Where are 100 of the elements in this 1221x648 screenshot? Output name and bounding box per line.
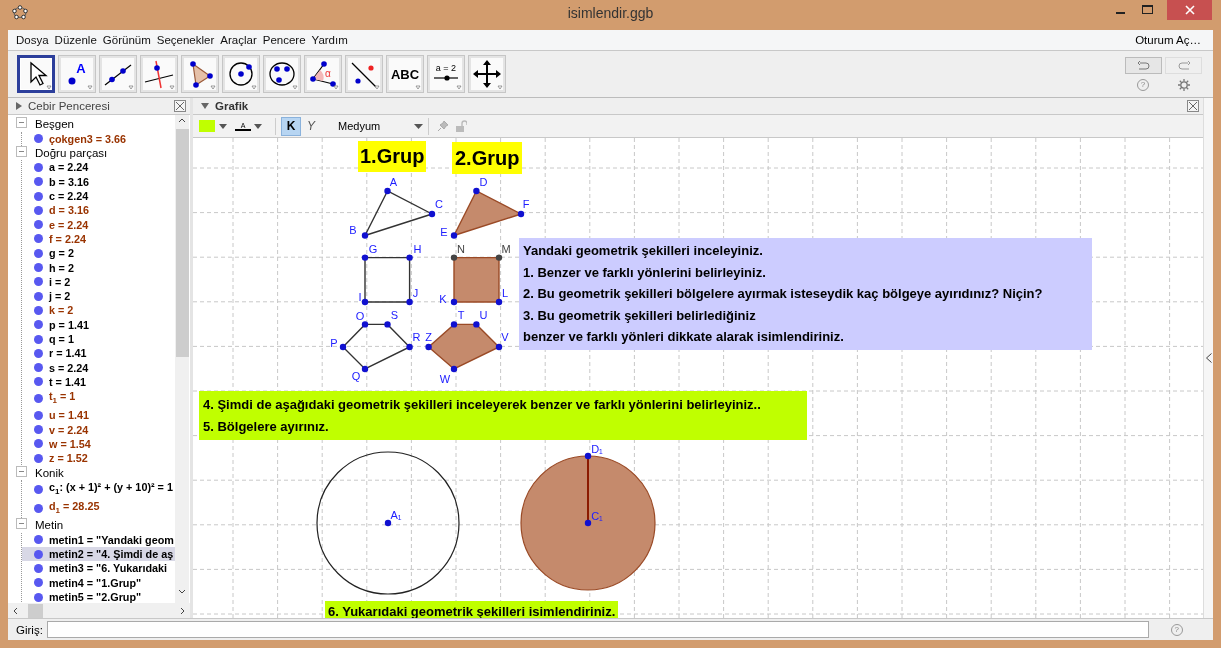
point-tool-button[interactable]: A (58, 55, 96, 93)
color-swatch[interactable] (199, 120, 215, 132)
algebra-entry[interactable]: metin4 = "1.Grup" (49, 575, 142, 590)
visibility-dot-icon[interactable] (34, 363, 43, 373)
visibility-dot-icon[interactable] (34, 291, 43, 301)
menu-item[interactable]: Görünüm (102, 34, 151, 46)
line-tool-button[interactable] (99, 55, 137, 93)
perpendicular-tool-button[interactable] (140, 55, 178, 93)
move-tool-button[interactable] (17, 55, 55, 93)
sign-in-link[interactable]: Oturum Aç… (1135, 34, 1201, 46)
angle-tool-button[interactable]: α (304, 55, 342, 93)
visibility-dot-icon[interactable] (34, 220, 43, 230)
caret-icon[interactable] (254, 123, 262, 129)
algebra-entry[interactable]: c$_{1}$: (x + 1)² + (y + 10)² = 1 (49, 479, 173, 500)
caret-icon[interactable] (219, 123, 227, 129)
visibility-dot-icon[interactable] (34, 348, 43, 358)
visibility-dot-icon[interactable] (34, 439, 43, 449)
scroll-thumb[interactable] (175, 129, 189, 357)
visibility-dot-icon[interactable] (34, 410, 43, 420)
algebra-entry[interactable]: j = 2 (49, 289, 71, 304)
algebra-entry[interactable]: metin1 = "Yandaki geom (49, 532, 174, 547)
vertical-scrollbar[interactable] (175, 115, 189, 603)
close-icon[interactable] (174, 100, 186, 112)
algebra-entry[interactable]: p = 1.41 (49, 317, 89, 332)
algebra-entry[interactable]: s = 2.24 (49, 360, 89, 375)
visibility-dot-icon[interactable] (34, 162, 43, 172)
algebra-entry[interactable]: q = 1 (49, 332, 74, 346)
visibility-dot-icon[interactable] (34, 263, 43, 272)
size-dropdown[interactable]: Medyum (338, 120, 423, 132)
settings-icon[interactable] (1178, 79, 1190, 91)
algebra-entry[interactable]: u = 1.41 (49, 408, 89, 423)
algebra-entry[interactable]: d$_{1}$ = 28.25 (49, 499, 100, 519)
visibility-dot-icon[interactable] (34, 563, 43, 573)
algebra-entry[interactable]: c = 2.24 (49, 189, 89, 204)
visibility-dot-icon[interactable] (34, 334, 43, 344)
maximize-icon[interactable] (1142, 5, 1153, 15)
circle-tool-button[interactable] (222, 55, 260, 93)
visibility-dot-icon[interactable] (34, 377, 43, 387)
algebra-entry[interactable]: z = 1.52 (49, 451, 88, 466)
algebra-entry[interactable]: f = 2.24 (49, 231, 86, 246)
visibility-dot-icon[interactable] (34, 177, 43, 187)
algebra-entry[interactable]: h = 2 (49, 260, 74, 275)
close-icon[interactable] (1187, 100, 1199, 112)
caret-icon[interactable] (414, 123, 423, 129)
selected-row[interactable]: metin2 = "4. Şimdi de aş (22, 547, 175, 562)
reflect-tool-button[interactable] (345, 55, 383, 93)
algebra-entry[interactable]: k = 2 (49, 303, 74, 318)
expand-handle-icon[interactable] (1205, 353, 1212, 363)
visibility-dot-icon[interactable] (34, 277, 43, 287)
algebra-entry[interactable]: metin3 = "6. Yukarıdaki (49, 561, 168, 576)
visibility-dot-icon[interactable] (34, 535, 43, 545)
horizontal-scrollbar[interactable] (8, 603, 190, 618)
conic-tool-button[interactable] (263, 55, 301, 93)
collapse-toggle[interactable] (16, 465, 27, 480)
visibility-dot-icon[interactable] (34, 134, 43, 144)
algebra-entry[interactable]: metin2 = "4. Şimdi de aş (49, 547, 174, 562)
italic-toggle[interactable]: Y (301, 116, 321, 136)
algebra-entry[interactable]: b = 3.16 (49, 174, 89, 189)
visibility-dot-icon[interactable] (34, 578, 43, 588)
menu-item[interactable]: Araçlar (220, 34, 257, 46)
menu-item[interactable]: Pencere (262, 34, 306, 46)
visibility-dot-icon[interactable] (34, 234, 43, 244)
pan-tool-button[interactable] (468, 55, 506, 93)
algebra-entry[interactable]: t = 1.41 (49, 374, 86, 389)
close-button[interactable] (1167, 0, 1212, 20)
menu-item[interactable]: Dosya (16, 34, 49, 46)
scroll-thumb[interactable] (28, 603, 43, 618)
algebra-entry[interactable]: i = 2 (49, 274, 71, 289)
algebra-entry[interactable]: t$_{1}$ = 1 (49, 389, 76, 409)
visibility-dot-icon[interactable] (34, 504, 43, 514)
algebra-entry[interactable]: metin5 = "2.Grup" (49, 590, 142, 603)
algebra-entry[interactable]: d = 3.16 (49, 203, 89, 218)
algebra-entry[interactable]: g = 2 (49, 246, 74, 261)
visibility-dot-icon[interactable] (34, 191, 43, 201)
visibility-dot-icon[interactable] (34, 305, 43, 315)
visibility-dot-icon[interactable] (34, 248, 43, 258)
collapse-icon[interactable] (201, 103, 209, 109)
polygon-tool-button[interactable] (181, 55, 219, 93)
text-tool-button[interactable]: ABC (386, 55, 424, 93)
algebra-entry[interactable]: çokgen3 = 3.66 (49, 131, 127, 146)
undo-icon[interactable] (1136, 60, 1151, 71)
menu-item[interactable]: Düzenle (54, 34, 97, 46)
slider-tool-button[interactable]: a = 2 (427, 55, 465, 93)
visibility-dot-icon[interactable] (34, 592, 43, 602)
algebra-entry[interactable]: e = 2.24 (49, 217, 89, 232)
visibility-dot-icon[interactable] (34, 425, 43, 435)
visibility-dot-icon[interactable] (34, 394, 43, 404)
visibility-dot-icon[interactable] (34, 484, 43, 494)
visibility-dot-icon[interactable] (34, 549, 43, 559)
bold-toggle[interactable]: K (281, 116, 301, 136)
visibility-dot-icon[interactable] (34, 205, 43, 215)
input-field[interactable] (46, 621, 1149, 638)
expand-icon[interactable] (16, 102, 22, 110)
visibility-dot-icon[interactable] (34, 453, 43, 463)
visibility-dot-icon[interactable] (34, 320, 43, 330)
algebra-entry[interactable]: r = 1.41 (49, 346, 87, 361)
menu-item[interactable]: Yardım (311, 34, 348, 46)
algebra-entry[interactable]: v = 2.24 (49, 422, 89, 437)
algebra-entry[interactable]: w = 1.54 (49, 436, 91, 451)
menu-item[interactable]: Seçenekler (156, 34, 215, 46)
